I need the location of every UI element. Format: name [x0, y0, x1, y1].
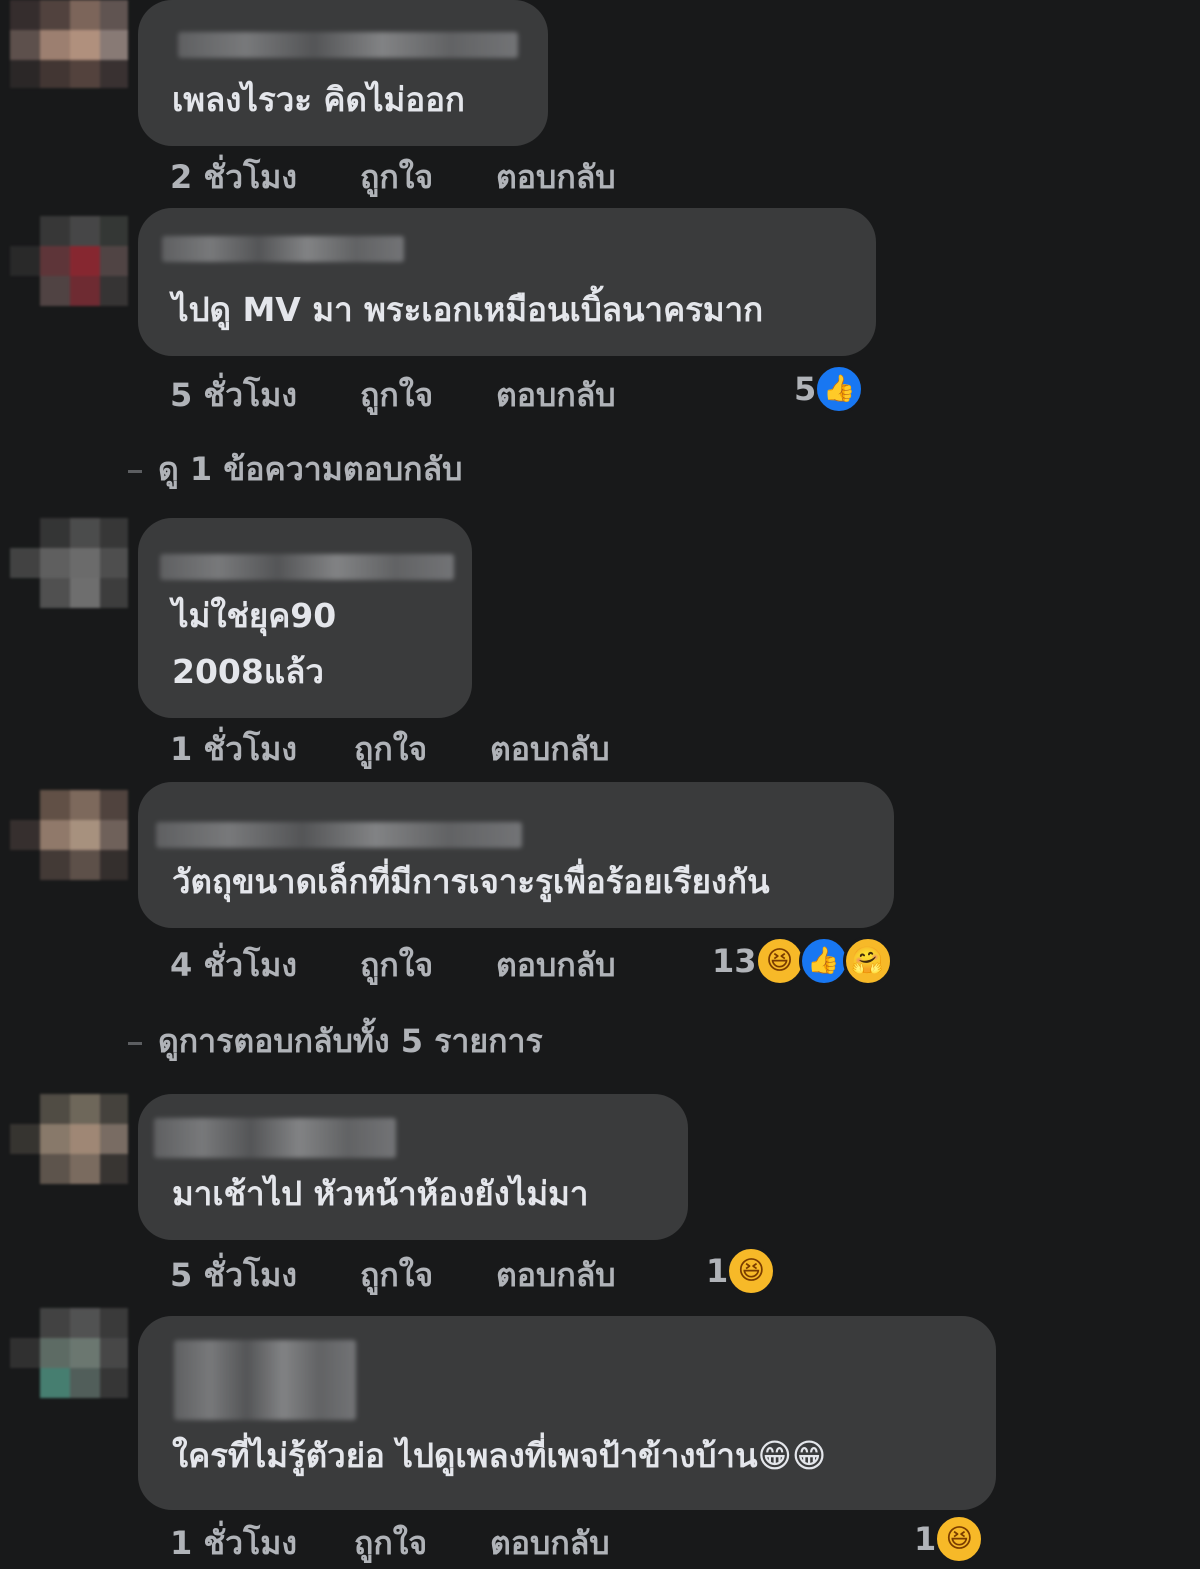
comment-bubble: มาเช้าไป หัวหน้าห้องยังไม่มา — [138, 1094, 688, 1240]
comment-text: เพลงไรวะ คิดไม่ออก — [172, 80, 465, 119]
comment-bubble: ไปดู MV มา พระเอกเหมือนเบิ้ลนาครมาก — [138, 208, 876, 356]
like-link[interactable]: ถูกใจ — [360, 152, 433, 203]
avatar[interactable] — [10, 518, 128, 610]
timestamp[interactable]: 5 ชั่วโมง — [170, 370, 297, 421]
like-icon: 👍 — [814, 364, 865, 414]
avatar[interactable] — [10, 790, 128, 882]
reaction-count: 1 — [914, 1520, 937, 1558]
like-link[interactable]: ถูกใจ — [354, 1518, 427, 1569]
author-name-blurred[interactable] — [156, 822, 522, 848]
like-link[interactable]: ถูกใจ — [360, 1250, 433, 1301]
author-name-blurred[interactable] — [178, 32, 518, 58]
reply-link[interactable]: ตอบกลับ — [496, 152, 616, 203]
avatar[interactable] — [10, 0, 128, 88]
timestamp[interactable]: 5 ชั่วโมง — [170, 1250, 297, 1301]
comment-text: ไม่ใช่ยุค90 — [172, 596, 337, 635]
reaction-count: 13 — [712, 942, 757, 980]
comment-text: วัตถุขนาดเล็กที่มีการเจาะรูเพื่อร้อยเรีย… — [172, 862, 770, 901]
comment-bubble: ใครที่ไม่รู้ตัวย่อ ไปดูเพลงที่เพจป้าข้าง… — [138, 1316, 996, 1510]
author-name-blurred[interactable] — [162, 236, 404, 262]
avatar[interactable] — [10, 216, 128, 308]
reply-link[interactable]: ตอบกลับ — [490, 724, 610, 775]
timestamp[interactable]: 1 ชั่วโมง — [170, 724, 297, 775]
timestamp[interactable]: 1 ชั่วโมง — [170, 1518, 297, 1569]
like-icon: 👍 — [798, 936, 849, 986]
comment-bubble: ไม่ใช่ยุค90 2008แล้ว — [138, 518, 472, 718]
reaction-count: 1 — [706, 1252, 729, 1290]
author-name-blurred[interactable] — [174, 1340, 356, 1420]
like-link[interactable]: ถูกใจ — [354, 724, 427, 775]
reply-link[interactable]: ตอบกลับ — [496, 370, 616, 421]
like-link[interactable]: ถูกใจ — [360, 370, 433, 421]
reply-link[interactable]: ตอบกลับ — [496, 940, 616, 991]
haha-icon: 😆 — [754, 936, 805, 986]
reaction-summary[interactable]: 13 😆 👍 🤗 — [712, 936, 893, 986]
view-replies-link[interactable]: ดูการตอบกลับทั้ง 5 รายการ — [128, 1016, 543, 1067]
comment-text: มาเช้าไป หัวหน้าห้องยังไม่มา — [172, 1174, 589, 1213]
timestamp[interactable]: 4 ชั่วโมง — [170, 940, 297, 991]
comment-bubble: วัตถุขนาดเล็กที่มีการเจาะรูเพื่อร้อยเรีย… — [138, 782, 894, 928]
reaction-summary[interactable]: 1 😆 — [914, 1514, 985, 1564]
like-link[interactable]: ถูกใจ — [360, 940, 433, 991]
reaction-summary[interactable]: 1 😆 — [706, 1246, 777, 1296]
reaction-count: 5 — [794, 370, 817, 408]
comment-bubble: เพลงไรวะ คิดไม่ออก — [138, 0, 548, 146]
reaction-summary[interactable]: 5 👍 — [794, 364, 865, 414]
reply-link[interactable]: ตอบกลับ — [490, 1518, 610, 1569]
view-replies-link[interactable]: ดู 1 ข้อความตอบกลับ — [128, 444, 462, 495]
avatar[interactable] — [10, 1094, 128, 1186]
haha-icon: 😆 — [934, 1514, 985, 1564]
care-icon: 🤗 — [842, 936, 893, 986]
author-name-blurred[interactable] — [160, 554, 454, 580]
comment-text: 2008แล้ว — [172, 652, 324, 691]
timestamp[interactable]: 2 ชั่วโมง — [170, 152, 297, 203]
comment-text: ใครที่ไม่รู้ตัวย่อ ไปดูเพลงที่เพจป้าข้าง… — [172, 1436, 827, 1475]
haha-icon: 😆 — [726, 1246, 777, 1296]
comment-text: ไปดู MV มา พระเอกเหมือนเบิ้ลนาครมาก — [172, 290, 764, 329]
avatar[interactable] — [10, 1308, 128, 1400]
author-name-blurred[interactable] — [154, 1118, 396, 1158]
reply-link[interactable]: ตอบกลับ — [496, 1250, 616, 1301]
